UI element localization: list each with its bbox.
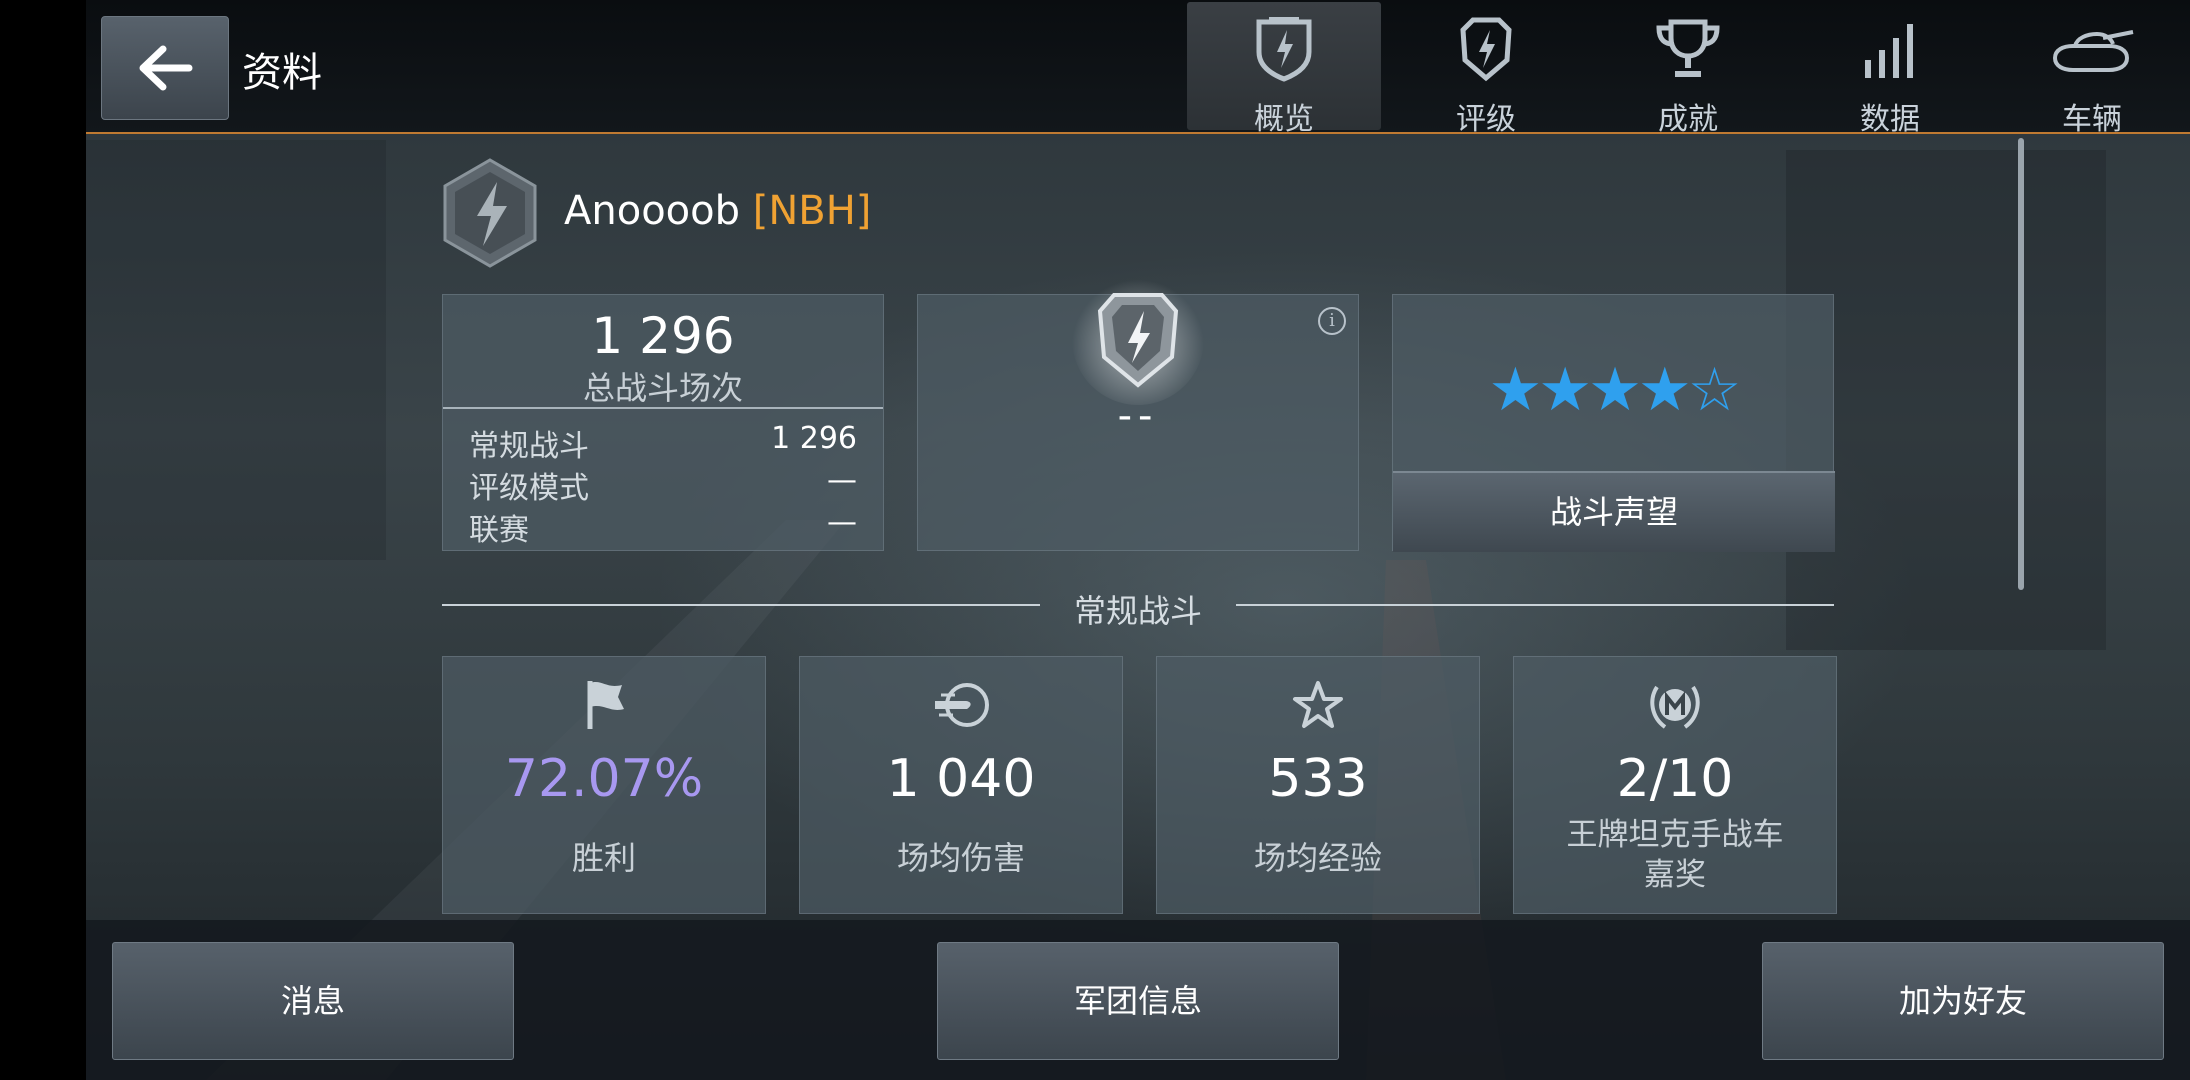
bar-signal-icon	[1865, 24, 1913, 78]
stat-value: 2/10	[1616, 749, 1734, 809]
bottom-bar: 消息 军团信息 加为好友	[86, 920, 2190, 1080]
mastery-badge-icon	[1650, 685, 1700, 729]
stat-card-wins[interactable]: 72.07% 胜利	[442, 656, 766, 914]
reputation-stars: ★★★★☆	[1488, 355, 1742, 425]
shield-overview-icon	[1256, 17, 1312, 82]
battle-row-league: 联赛 —	[469, 505, 857, 548]
clan-info-button[interactable]: 军团信息	[937, 942, 1339, 1060]
total-battles-value: 1 296	[591, 307, 735, 365]
battle-row-value: —	[827, 505, 857, 540]
app-window: 资料 概览 评级 成就 数据 车辆 Anoooob [NBH] 1 296 总战…	[86, 0, 2190, 1080]
tab-label: 车辆	[2062, 102, 2122, 137]
rating-panel[interactable]: -- i	[917, 273, 1359, 551]
tab-label: 评级	[1456, 102, 1516, 137]
stat-label: 王牌坦克手战车 嘉奖	[1514, 815, 1836, 895]
stat-label: 场均经验	[1253, 839, 1382, 877]
battle-row-value: 1 296	[771, 421, 857, 456]
reputation-panel: ★★★★☆ 战斗声望	[1392, 294, 1835, 552]
stat-label: 胜利	[571, 839, 636, 877]
battle-row-rating: 评级模式 —	[469, 463, 857, 506]
arrow-left-icon	[139, 45, 193, 91]
stat-card-mastery[interactable]: 2/10 王牌坦克手战车 嘉奖	[1513, 656, 1837, 914]
trophy-icon	[1656, 19, 1720, 77]
total-battles-label: 总战斗场次	[582, 369, 743, 407]
battle-row-value: —	[827, 463, 857, 498]
page-title: 资料	[242, 50, 322, 96]
info-icon[interactable]: i	[1318, 307, 1346, 335]
tab-rating[interactable]: 评级	[1389, 2, 1583, 137]
player-name: Anoooob [NBH]	[564, 188, 871, 234]
battle-row-label: 常规战斗	[469, 429, 589, 464]
stat-label: 场均伤害	[896, 839, 1025, 877]
messages-button[interactable]: 消息	[112, 942, 514, 1060]
tab-overview[interactable]: 概览	[1187, 2, 1381, 137]
rating-badge-icon	[1072, 273, 1204, 405]
back-button[interactable]	[101, 16, 229, 120]
tab-label: 成就	[1658, 102, 1718, 137]
tab-label: 概览	[1254, 102, 1314, 137]
reputation-button[interactable]: 战斗声望	[1393, 471, 1835, 552]
clan-tag[interactable]: [NBH]	[753, 188, 872, 234]
divider	[443, 407, 883, 409]
add-friend-button[interactable]: 加为好友	[1762, 942, 2164, 1060]
player-nickname: Anoooob	[564, 188, 740, 234]
section-header: 常规战斗	[442, 580, 1834, 630]
rating-value: --	[1117, 393, 1159, 439]
battle-row-label: 评级模式	[469, 471, 589, 506]
stat-value: 1 040	[886, 749, 1036, 809]
battles-panel: 1 296 总战斗场次 常规战斗 1 296 评级模式 — 联赛 —	[442, 294, 884, 551]
scrollbar[interactable]	[2018, 138, 2024, 590]
stat-card-experience[interactable]: 533 场均经验	[1156, 656, 1480, 914]
flag-icon	[587, 681, 624, 729]
stat-value: 533	[1268, 749, 1368, 809]
tab-label: 数据	[1860, 102, 1920, 137]
stat-value: 72.07%	[504, 749, 704, 809]
section-title: 常规战斗	[1073, 592, 1202, 630]
tank-icon	[2052, 30, 2134, 72]
player-rank-emblem	[443, 158, 537, 268]
tab-vehicles[interactable]: 车辆	[1995, 2, 2189, 137]
shell-damage-icon	[935, 683, 989, 727]
battle-row-regular: 常规战斗 1 296	[469, 421, 857, 464]
battle-row-label: 联赛	[469, 513, 529, 548]
tab-achievements[interactable]: 成就	[1591, 2, 1785, 137]
stat-card-damage[interactable]: 1 040 场均伤害	[799, 656, 1123, 914]
tab-data[interactable]: 数据	[1793, 2, 1987, 137]
stat-label-line2: 嘉奖	[1644, 857, 1706, 893]
star-outline-icon	[1293, 681, 1343, 728]
rating-shield-icon	[1460, 17, 1512, 82]
stat-label-line1: 王牌坦克手战车	[1566, 817, 1784, 853]
top-bar: 资料 概览 评级 成就 数据 车辆	[86, 0, 2190, 137]
